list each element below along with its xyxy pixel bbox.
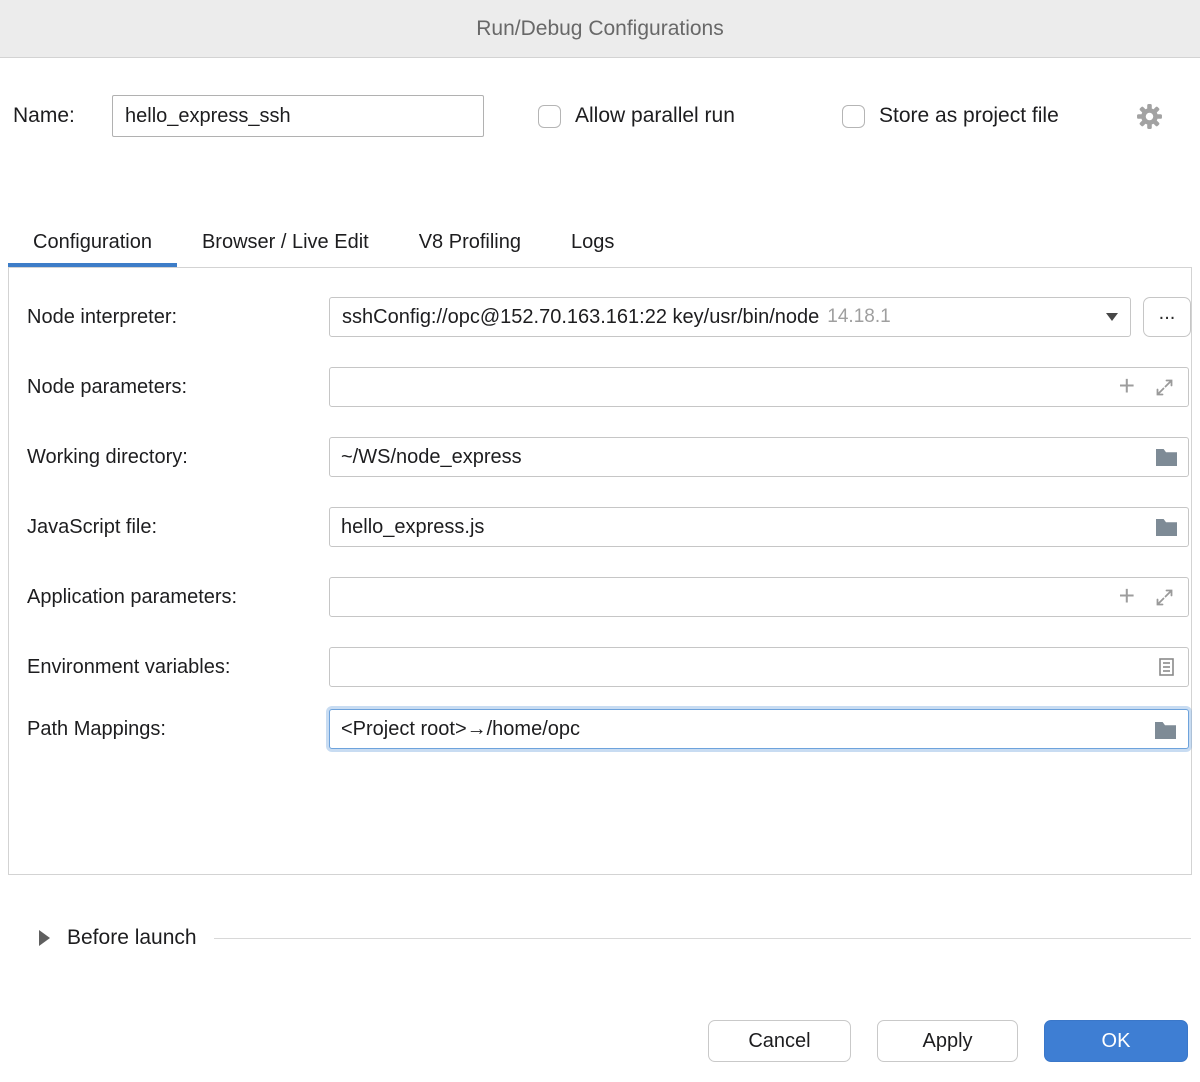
plus-icon[interactable]: + (1119, 577, 1135, 617)
javascript-file-row: JavaScript file: (9, 507, 1191, 547)
apply-button[interactable]: Apply (877, 1020, 1018, 1062)
environment-variables-label: Environment variables: (27, 647, 230, 687)
before-launch-label: Before launch (67, 926, 197, 950)
working-directory-label: Working directory: (27, 437, 188, 477)
tab-logs[interactable]: Logs (546, 221, 639, 267)
cancel-button[interactable]: Cancel (708, 1020, 851, 1062)
application-parameters-field: + (329, 577, 1189, 617)
application-parameters-label: Application parameters: (27, 577, 237, 617)
variables-list-icon[interactable] (1157, 647, 1176, 687)
node-parameters-field: + (329, 367, 1189, 407)
environment-variables-field (329, 647, 1189, 687)
node-interpreter-combobox[interactable]: sshConfig://opc@152.70.163.161:22 key/us… (329, 297, 1131, 337)
node-interpreter-row: Node interpreter: sshConfig://opc@152.70… (9, 297, 1191, 337)
javascript-file-field (329, 507, 1189, 547)
tab-browser-live-edit[interactable]: Browser / Live Edit (177, 221, 394, 267)
node-interpreter-browse-button[interactable]: ... (1143, 297, 1191, 337)
node-parameters-label: Node parameters: (27, 367, 187, 407)
working-directory-row: Working directory: (9, 437, 1191, 477)
chevron-right-icon[interactable] (39, 930, 50, 946)
name-input[interactable] (112, 95, 484, 137)
node-parameters-input[interactable] (329, 367, 1189, 407)
checkbox-box[interactable] (842, 105, 865, 128)
plus-icon[interactable]: + (1119, 367, 1135, 407)
name-row: Name: Allow parallel run Store as projec… (0, 95, 1200, 137)
node-interpreter-label: Node interpreter: (27, 297, 177, 337)
chevron-down-icon[interactable] (1106, 313, 1118, 321)
environment-variables-input[interactable] (329, 647, 1189, 687)
working-directory-field (329, 437, 1189, 477)
path-mappings-field[interactable]: <Project root>→/home/opc (329, 709, 1189, 749)
before-launch-divider (214, 938, 1191, 939)
dialog-titlebar: Run/Debug Configurations (0, 0, 1200, 58)
path-mappings-value: <Project root>→/home/opc (341, 718, 580, 741)
tab-configuration[interactable]: Configuration (8, 221, 177, 267)
tab-bar: Configuration Browser / Live Edit V8 Pro… (8, 221, 639, 267)
before-launch-section[interactable]: Before launch (0, 916, 1200, 960)
node-parameters-row: Node parameters: + (9, 367, 1191, 407)
environment-variables-row: Environment variables: (9, 647, 1191, 687)
checkbox-box[interactable] (538, 105, 561, 128)
folder-icon[interactable] (1154, 710, 1177, 750)
expand-icon[interactable] (1154, 577, 1175, 617)
allow-parallel-run-checkbox[interactable]: Allow parallel run (538, 95, 735, 137)
store-as-project-file-checkbox[interactable]: Store as project file (842, 95, 1059, 137)
node-interpreter-version: 14.18.1 (827, 306, 890, 328)
node-interpreter-value: sshConfig://opc@152.70.163.161:22 key/us… (342, 306, 819, 329)
ok-button[interactable]: OK (1044, 1020, 1188, 1062)
javascript-file-label: JavaScript file: (27, 507, 157, 547)
application-parameters-row: Application parameters: + (9, 577, 1191, 617)
dialog-title: Run/Debug Configurations (476, 17, 724, 41)
configuration-panel: Node interpreter: sshConfig://opc@152.70… (8, 267, 1192, 875)
tab-v8-profiling[interactable]: V8 Profiling (394, 221, 546, 267)
name-label: Name: (13, 95, 75, 137)
working-directory-input[interactable] (329, 437, 1189, 477)
application-parameters-input[interactable] (329, 577, 1189, 617)
folder-icon[interactable] (1155, 437, 1178, 477)
javascript-file-input[interactable] (329, 507, 1189, 547)
path-mappings-label: Path Mappings: (27, 709, 166, 749)
store-as-project-file-label: Store as project file (879, 104, 1059, 128)
gear-icon[interactable] (1136, 103, 1163, 130)
expand-icon[interactable] (1154, 367, 1175, 407)
path-mappings-row: Path Mappings: <Project root>→/home/opc (9, 709, 1191, 749)
folder-icon[interactable] (1155, 507, 1178, 547)
allow-parallel-run-label: Allow parallel run (575, 104, 735, 128)
